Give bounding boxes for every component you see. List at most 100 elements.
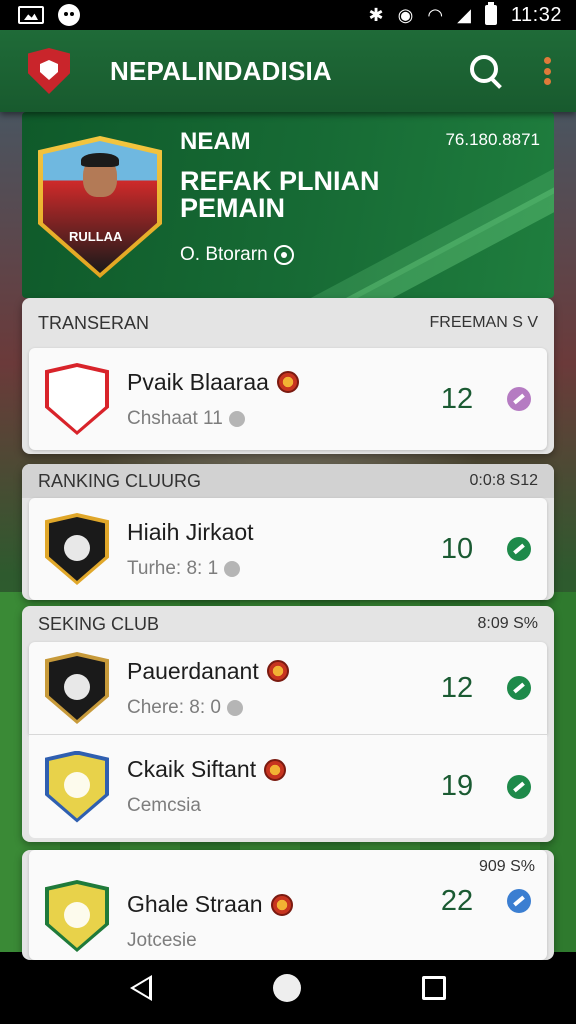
section-title: SEKING CLUB xyxy=(38,613,160,634)
player-figure: RULLAA xyxy=(43,141,157,273)
section-more-clubs: 909 S% Ghale Straan Jotcesie 22 xyxy=(22,850,554,960)
hero-banner[interactable]: RULLAA NEAM 76.180.8871 REFAK PLNIAN PEM… xyxy=(22,112,554,298)
more-options-icon[interactable] xyxy=(540,53,554,89)
club-info: Hiaih Jirkaot Turhe: 8: 1 xyxy=(127,519,425,580)
status-indicator-icon[interactable] xyxy=(507,774,531,799)
club-meta: Chere: 8: 0 xyxy=(127,697,425,719)
club-meta-text: Chere: 8: 0 xyxy=(127,696,221,718)
section-meta: FREEMAN S V xyxy=(429,314,538,331)
section-meta: 8:09 S% xyxy=(477,615,538,632)
club-meta-text: Chshaat 11 xyxy=(127,407,223,429)
app-title: NEPALINDADISIA xyxy=(110,55,332,86)
club-crest-inner xyxy=(49,367,105,431)
section-meta: 909 S% xyxy=(478,858,535,875)
club-name: Ckaik Siftant xyxy=(127,756,257,782)
club-name: Pauerdanant xyxy=(127,657,259,684)
club-crest-icon xyxy=(45,880,109,952)
club-card[interactable]: Pvaik Blaaraa Chshaat 11 12 xyxy=(29,348,547,450)
club-name-row: Ckaik Siftant xyxy=(127,756,425,783)
club-name: Hiaih Jirkaot xyxy=(127,518,254,545)
club-score: 19 xyxy=(440,770,474,802)
signal-icon: ◢ xyxy=(457,5,471,25)
club-info: Ckaik Siftant Cemcsia xyxy=(127,756,425,817)
check-icon xyxy=(228,410,245,427)
club-crest-inner xyxy=(49,517,105,581)
club-card[interactable]: Pauerdanant Chere: 8: 0 12 xyxy=(29,642,547,734)
club-crest-icon xyxy=(45,363,109,435)
section-meta: 0:0:8 S12 xyxy=(469,472,539,489)
hero-headline: REFAK PLNIAN PEMAIN xyxy=(180,166,380,223)
club-meta-text: Turhe: 8: 1 xyxy=(127,557,219,579)
section-transeran: TRANSERAN FREEMAN S V Pvaik Blaaraa Chsh… xyxy=(22,298,554,454)
club-meta: Chshaat 11 xyxy=(127,408,425,430)
club-name-row: Ghale Straan xyxy=(127,891,425,918)
notification-icon xyxy=(58,4,80,26)
section-seking-club: SEKING CLUB 8:09 S% Pauerdanant Chere: 8… xyxy=(22,606,554,842)
club-name-row: Pvaik Blaaraa xyxy=(127,369,425,396)
club-crest-inner xyxy=(49,754,105,819)
section-title: TRANSERAN xyxy=(38,312,150,333)
club-crest-icon xyxy=(45,750,109,823)
check-icon xyxy=(224,560,241,577)
status-indicator-icon[interactable] xyxy=(507,676,531,700)
league-badge-icon xyxy=(276,371,299,393)
hero-subtitle-text: O. Btorarn xyxy=(180,244,268,265)
check-icon xyxy=(227,699,243,716)
status-indicator-icon[interactable] xyxy=(507,387,531,411)
section-title: RANKING CLUURG xyxy=(38,470,202,491)
app-bar: NEPALINDADISIA xyxy=(0,30,576,112)
club-meta: Turhe: 8: 1 xyxy=(127,558,425,580)
club-score: 22 xyxy=(440,884,474,917)
home-icon[interactable] xyxy=(272,974,301,1002)
player-head xyxy=(81,153,119,197)
club-crest-icon xyxy=(45,513,109,585)
jersey-sponsor: RULLAA xyxy=(69,229,123,244)
club-meta: Jotcesie xyxy=(127,930,425,952)
club-meta-text: Jotcesie xyxy=(127,930,197,951)
club-name: Ghale Straan xyxy=(127,891,263,917)
gallery-icon xyxy=(18,6,44,24)
club-crest-inner xyxy=(49,656,105,720)
battery-icon xyxy=(484,2,497,25)
status-bar: ✱ ◉ ◠ ◢ 11:32 xyxy=(0,0,576,30)
club-score: 10 xyxy=(440,532,474,565)
system-nav-bar xyxy=(0,952,576,1024)
section-header: SEKING CLUB 8:09 S% xyxy=(29,606,547,642)
club-info: Ghale Straan Jotcesie xyxy=(127,891,425,952)
status-indicator-icon[interactable] xyxy=(507,889,531,913)
club-meta: Cemcsia xyxy=(127,795,425,817)
sync-icon: ◉ xyxy=(397,5,414,25)
club-crest-icon xyxy=(45,652,109,724)
section-ranking-clubs: RANKING CLUURG 0:0:8 S12 Hiaih Jirkaot T… xyxy=(22,464,554,600)
club-name-row: Pauerdanant xyxy=(127,658,425,685)
status-indicator-icon[interactable] xyxy=(507,537,531,561)
hero-stat: 76.180.8871 xyxy=(445,130,540,149)
info-icon[interactable] xyxy=(273,245,294,265)
player-photo: RULLAA xyxy=(38,136,162,278)
app-logo-icon xyxy=(28,48,70,94)
club-card[interactable]: Hiaih Jirkaot Turhe: 8: 1 10 xyxy=(29,498,547,600)
section-header: RANKING CLUURG 0:0:8 S12 xyxy=(22,464,554,498)
club-info: Pvaik Blaaraa Chshaat 11 xyxy=(127,369,425,430)
league-badge-icon xyxy=(264,758,287,781)
recent-apps-icon[interactable] xyxy=(421,976,446,1000)
league-badge-icon xyxy=(270,893,293,916)
club-score: 12 xyxy=(440,671,474,704)
club-info: Pauerdanant Chere: 8: 0 xyxy=(127,658,425,719)
back-icon[interactable] xyxy=(130,975,153,1001)
section-header: TRANSERAN FREEMAN S V xyxy=(29,298,547,348)
wifi-icon: ◠ xyxy=(427,5,444,25)
club-name-row: Hiaih Jirkaot xyxy=(127,519,425,546)
club-meta-text: Cemcsia xyxy=(127,795,201,816)
club-score: 12 xyxy=(440,382,474,415)
clock: 11:32 xyxy=(510,3,562,26)
league-badge-icon xyxy=(266,660,289,682)
club-name: Pvaik Blaaraa xyxy=(127,368,269,395)
club-card[interactable]: Ckaik Siftant Cemcsia 19 xyxy=(29,734,547,838)
club-card[interactable]: 909 S% Ghale Straan Jotcesie 22 xyxy=(29,850,547,960)
club-crest-inner xyxy=(49,884,105,948)
hero-subtitle: O. Btorarn xyxy=(180,244,294,266)
search-icon[interactable] xyxy=(466,51,506,91)
hero-label: NEAM xyxy=(180,128,251,155)
bluetooth-icon: ✱ xyxy=(368,5,384,25)
